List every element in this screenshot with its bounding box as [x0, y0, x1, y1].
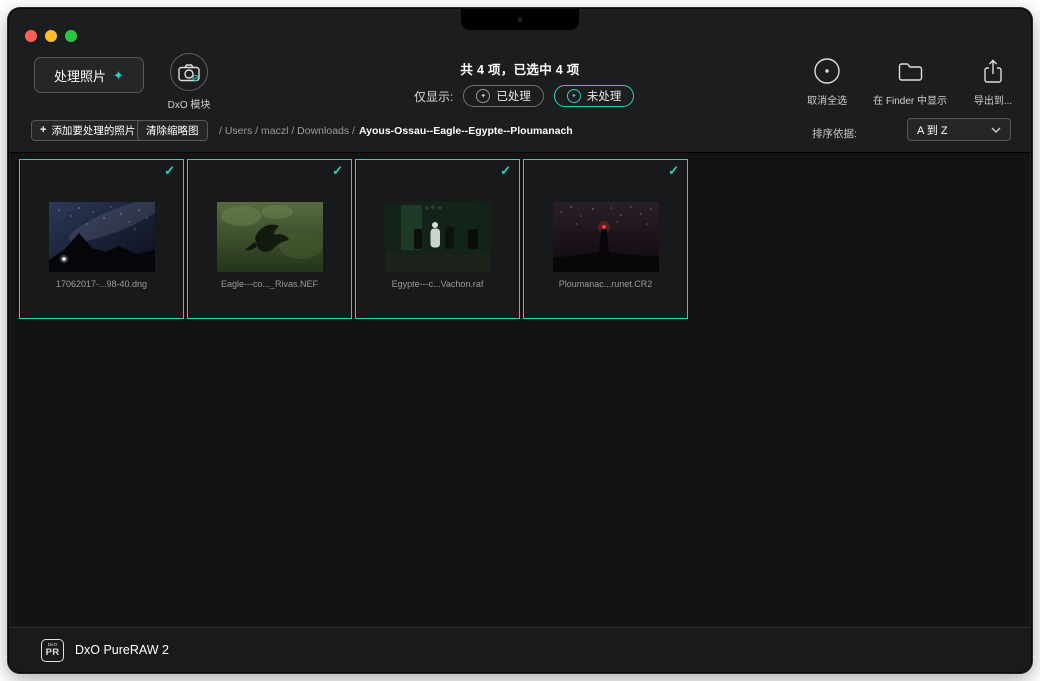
deselect-circle-icon	[813, 56, 841, 86]
export-label: 导出到...	[974, 92, 1012, 107]
minimize-window-button[interactable]	[45, 30, 57, 42]
clear-thumbnails-button[interactable]: 清除缩略图	[137, 120, 208, 141]
zoom-window-button[interactable]	[65, 30, 77, 42]
toolbar-actions: 取消全选 在 Finder 中显示 导出到...	[803, 56, 1017, 107]
thumbnail-lighthouse-night	[553, 202, 659, 272]
app-name: DxO PureRAW 2	[75, 643, 169, 657]
photo-item-2[interactable]: ✓ Eagle---co..._R	[187, 159, 352, 319]
sort-order-value: A 到 Z	[917, 122, 948, 138]
dxo-pureraw-logo-icon: DxO PR	[41, 639, 64, 662]
clear-thumbnails-label: 清除缩略图	[146, 123, 199, 138]
app-window: 处理照片 ✦ DxO 模块 共 4 项，已选中 4 项 仅显示: ✦ 已处理	[8, 8, 1032, 673]
filter-bar: 仅显示: ✦ 已处理 ✦ 未处理	[414, 85, 634, 107]
webcam-dot-icon	[518, 17, 523, 22]
add-photos-label: 添加要处理的照片	[51, 123, 135, 138]
filter-label: 仅显示:	[414, 88, 453, 105]
filter-processed-label: 已处理	[496, 88, 531, 104]
folder-icon	[897, 56, 924, 86]
sort-order-dropdown[interactable]: A 到 Z	[907, 118, 1011, 141]
selected-check-icon[interactable]: ✓	[164, 163, 175, 179]
filter-unprocessed-label: 未处理	[587, 88, 622, 104]
selected-check-icon[interactable]: ✓	[668, 163, 679, 179]
selected-check-icon[interactable]: ✓	[332, 163, 343, 179]
sparkle-circle-icon: ✦	[567, 89, 581, 103]
photo-item-1[interactable]: ✓	[19, 159, 184, 319]
filter-processed-button[interactable]: ✦ 已处理	[463, 85, 544, 107]
sort-by-label: 排序依据:	[812, 126, 857, 141]
logo-main-text: PR	[46, 648, 60, 658]
photo-item-3[interactable]: ✓	[355, 159, 520, 319]
thumbnail-eagle-forest	[217, 202, 323, 272]
filter-unprocessed-button[interactable]: ✦ 未处理	[554, 85, 635, 107]
selected-check-icon[interactable]: ✓	[500, 163, 511, 179]
thumbnail-street-scene	[385, 202, 491, 272]
thumbnail-night-landscape	[49, 202, 155, 272]
footer-bar: DxO PR DxO PureRAW 2	[9, 627, 1031, 672]
sparkle-circle-icon: ✦	[476, 89, 490, 103]
chevron-down-icon	[991, 124, 1001, 136]
plus-icon: +	[40, 125, 46, 136]
photo-filename: Ploumanac...runet.CR2	[524, 279, 687, 289]
photo-filename: Egypte---c...Vachon.raf	[356, 279, 519, 289]
dxo-module-label: DxO 模块	[159, 96, 219, 111]
deselect-all-label: 取消全选	[807, 92, 847, 107]
show-in-finder-label: 在 Finder 中显示	[873, 92, 947, 107]
page-background: 处理照片 ✦ DxO 模块 共 4 项，已选中 4 项 仅显示: ✦ 已处理	[0, 0, 1040, 681]
thumbnail-grid: ✓	[10, 153, 1030, 319]
export-share-icon	[981, 56, 1005, 86]
photo-filename: 17062017-...98-40.dng	[20, 279, 183, 289]
camera-notch	[461, 9, 579, 30]
photo-filename: Eagle---co..._Rivas.NEF	[188, 279, 351, 289]
breadcrumb-path: / Users / maczl / Downloads /	[219, 125, 355, 137]
photo-browser: ✓	[10, 152, 1030, 626]
export-button[interactable]: 导出到...	[969, 56, 1017, 107]
photo-item-4[interactable]: ✓	[523, 159, 688, 319]
show-in-finder-button[interactable]: 在 Finder 中显示	[873, 56, 947, 107]
breadcrumb: / Users / maczl / Downloads / Ayous-Ossau…	[219, 125, 573, 137]
deselect-all-button[interactable]: 取消全选	[803, 56, 851, 107]
add-photos-button[interactable]: + 添加要处理的照片	[31, 120, 144, 141]
window-controls	[25, 30, 77, 42]
breadcrumb-current-folder: Ayous-Ossau--Eagle--Egypte--Ploumanach	[359, 125, 573, 137]
close-window-button[interactable]	[25, 30, 37, 42]
